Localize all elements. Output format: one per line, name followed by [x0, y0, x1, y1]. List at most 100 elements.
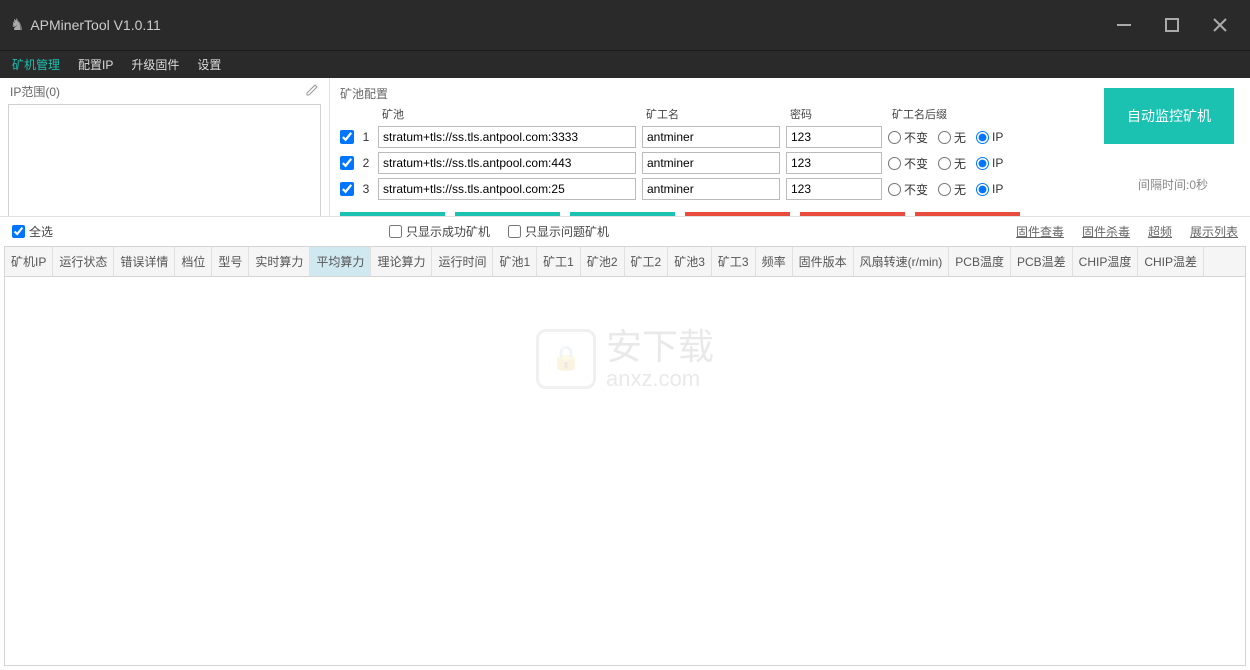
suffix-option[interactable]: 无 — [938, 129, 966, 146]
suffix-option[interactable]: 无 — [938, 181, 966, 198]
select-all-label: 全选 — [29, 223, 53, 240]
column-header[interactable]: 理论算力 — [371, 247, 432, 276]
suffix-label: IP — [992, 130, 1003, 144]
select-all-input[interactable] — [12, 225, 25, 238]
suffix-radio[interactable] — [888, 131, 901, 144]
suffix-radio[interactable] — [976, 183, 989, 196]
col-worker: 矿工名 — [646, 106, 784, 122]
column-header[interactable]: 矿池2 — [581, 247, 625, 276]
pool-url-input[interactable] — [378, 152, 636, 174]
column-header[interactable]: 矿工1 — [537, 247, 581, 276]
menu-miner-manage[interactable]: 矿机管理 — [12, 56, 60, 73]
expand-list-link[interactable]: 展示列表 — [1190, 223, 1238, 240]
suffix-option[interactable]: 无 — [938, 155, 966, 172]
pool-index: 3 — [360, 182, 372, 196]
password-input[interactable] — [786, 152, 882, 174]
col-password: 密码 — [790, 106, 886, 122]
pool-url-input[interactable] — [378, 126, 636, 148]
column-header[interactable]: CHIP温度 — [1073, 247, 1139, 276]
suffix-radio[interactable] — [888, 157, 901, 170]
column-header[interactable]: 矿工3 — [712, 247, 756, 276]
suffix-radio[interactable] — [938, 157, 951, 170]
col-suffix: 矿工名后缀 — [892, 106, 1042, 122]
column-header[interactable]: 错误详情 — [114, 247, 175, 276]
title-bar: ♞ APMinerTool V1.0.11 — [0, 0, 1250, 50]
pool-enable-checkbox[interactable] — [340, 182, 354, 196]
suffix-option[interactable]: 不变 — [888, 155, 928, 172]
column-header[interactable]: 频率 — [756, 247, 793, 276]
close-button[interactable] — [1200, 10, 1240, 40]
only-problem-input[interactable] — [508, 225, 521, 238]
suffix-label: IP — [992, 182, 1003, 196]
column-header[interactable]: 实时算力 — [249, 247, 310, 276]
suffix-label: 无 — [954, 129, 966, 146]
column-header[interactable]: 型号 — [212, 247, 249, 276]
suffix-option[interactable]: IP — [976, 130, 1003, 144]
worker-input[interactable] — [642, 178, 780, 200]
column-header[interactable]: 运行状态 — [53, 247, 114, 276]
menu-upgrade-firmware[interactable]: 升级固件 — [131, 56, 179, 73]
minimize-button[interactable] — [1104, 10, 1144, 40]
only-problem-checkbox[interactable]: 只显示问题矿机 — [508, 223, 609, 240]
suffix-option[interactable]: 不变 — [888, 181, 928, 198]
interval-text: 间隔时间:0秒 — [1138, 176, 1208, 193]
pool-row: 3 不变 无 IP — [340, 176, 1240, 202]
column-header[interactable]: 档位 — [175, 247, 212, 276]
only-success-input[interactable] — [389, 225, 402, 238]
pool-config-label: 矿池配置 — [340, 85, 388, 102]
auto-monitor-button[interactable]: 自动监控矿机 — [1104, 88, 1234, 144]
suffix-radio[interactable] — [888, 183, 901, 196]
suffix-radio[interactable] — [938, 131, 951, 144]
pool-index: 2 — [360, 156, 372, 170]
pool-enable-checkbox[interactable] — [340, 130, 354, 144]
title-text: APMinerTool V1.0.11 — [30, 17, 160, 33]
column-header[interactable]: 矿池1 — [493, 247, 537, 276]
worker-input[interactable] — [642, 126, 780, 148]
overclock-link[interactable]: 超频 — [1148, 223, 1172, 240]
firmware-check-link[interactable]: 固件查毒 — [1016, 223, 1064, 240]
edit-icon[interactable] — [305, 83, 319, 100]
column-header[interactable]: CHIP温差 — [1138, 247, 1204, 276]
column-header[interactable]: 固件版本 — [793, 247, 854, 276]
suffix-radio[interactable] — [976, 157, 989, 170]
suffix-option[interactable]: IP — [976, 182, 1003, 196]
column-header[interactable]: 风扇转速(r/min) — [854, 247, 950, 276]
column-header[interactable]: 平均算力 — [310, 247, 371, 276]
column-header[interactable]: PCB温差 — [1011, 247, 1073, 276]
suffix-label: 不变 — [904, 129, 928, 146]
result-table-body[interactable]: 🔒 安下载 anxz.com — [4, 277, 1246, 666]
suffix-label: 无 — [954, 181, 966, 198]
suffix-label: 无 — [954, 155, 966, 172]
pool-url-input[interactable] — [378, 178, 636, 200]
only-success-label: 只显示成功矿机 — [406, 223, 490, 240]
result-table-header: 矿机IP运行状态错误详情档位型号实时算力平均算力理论算力运行时间矿池1矿工1矿池… — [4, 246, 1246, 277]
column-header[interactable]: 矿机IP — [5, 247, 53, 276]
column-header[interactable]: 矿池3 — [668, 247, 712, 276]
menu-settings[interactable]: 设置 — [197, 56, 221, 73]
suffix-label: IP — [992, 156, 1003, 170]
menu-config-ip[interactable]: 配置IP — [78, 56, 113, 73]
suffix-option[interactable]: IP — [976, 156, 1003, 170]
maximize-button[interactable] — [1152, 10, 1192, 40]
app-title: ♞ APMinerTool V1.0.11 — [10, 15, 161, 35]
pool-enable-checkbox[interactable] — [340, 156, 354, 170]
column-header[interactable]: 矿工2 — [625, 247, 669, 276]
watermark-text: 安下载 — [606, 327, 714, 367]
select-all-checkbox[interactable]: 全选 — [12, 223, 53, 240]
suffix-option[interactable]: 不变 — [888, 129, 928, 146]
filter-bar: 全选 只显示成功矿机 只显示问题矿机 固件查毒 固件杀毒 超频 展示列表 — [0, 216, 1250, 246]
suffix-radio[interactable] — [938, 183, 951, 196]
window-controls — [1104, 10, 1240, 40]
password-input[interactable] — [786, 178, 882, 200]
firmware-kill-link[interactable]: 固件杀毒 — [1082, 223, 1130, 240]
suffix-radio[interactable] — [976, 131, 989, 144]
suffix-radio-group: 不变 无 IP — [888, 129, 1003, 146]
column-header[interactable]: 运行时间 — [432, 247, 493, 276]
password-input[interactable] — [786, 126, 882, 148]
suffix-label: 不变 — [904, 181, 928, 198]
watermark: 🔒 安下载 anxz.com — [536, 327, 714, 391]
column-header[interactable]: PCB温度 — [949, 247, 1011, 276]
suffix-radio-group: 不变 无 IP — [888, 155, 1003, 172]
only-success-checkbox[interactable]: 只显示成功矿机 — [389, 223, 490, 240]
worker-input[interactable] — [642, 152, 780, 174]
